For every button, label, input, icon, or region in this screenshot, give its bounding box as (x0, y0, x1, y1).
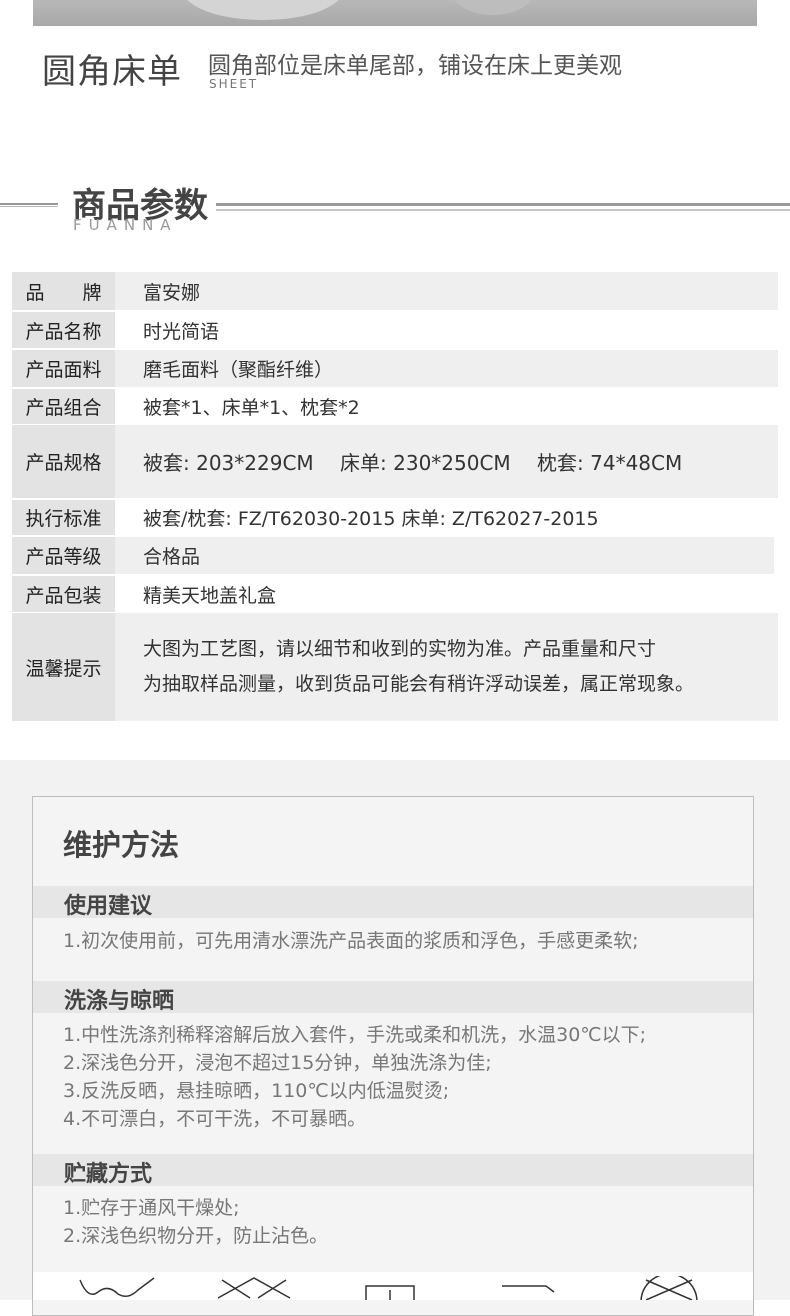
product-photo-crop (33, 0, 757, 26)
no-dry-clean-icon (640, 1276, 698, 1300)
param-row-grade: 产品等级 合格品 (12, 537, 778, 574)
storage-line: 2.深浅色织物分开，防止沾色。 (63, 1225, 329, 1247)
storage-heading: 贮藏方式 (64, 1162, 153, 1187)
param-label: 产品面料 (12, 350, 115, 387)
param-label: 产品等级 (12, 537, 115, 574)
no-bleach-icon (217, 1277, 291, 1299)
param-row-brand: 品 牌 富安娜 (12, 272, 778, 310)
param-label: 温馨提示 (12, 613, 115, 721)
hand-wash-icon (79, 1277, 155, 1297)
washing-line: 2.深浅色分开，浸泡不超过15分钟，单独洗涤为佳; (63, 1052, 492, 1074)
line-dry-icon (502, 1285, 555, 1293)
param-label: 产品包装 (12, 576, 115, 612)
storage-heading-bar: 贮藏方式 (33, 1154, 753, 1187)
tumble-dry-icon (365, 1285, 415, 1300)
param-label: 执行标准 (12, 500, 115, 535)
storage-line: 1.贮存于通风干燥处; (63, 1197, 240, 1219)
notice-line-1: 大图为工艺图，请以细节和收到的实物为准。产品重量和尺寸 (143, 638, 657, 660)
section-divider-right (216, 203, 790, 211)
usage-line: 1.初次使用前，可先用清水漂洗产品表面的浆质和浮色，手感更柔软; (63, 930, 639, 952)
washing-line: 4.不可漂白，不可干洗，不可暴晒。 (63, 1108, 367, 1130)
param-row-fabric: 产品面料 磨毛面料（聚酯纤维） (12, 350, 778, 387)
param-label: 产品规格 (12, 425, 115, 498)
param-row-set: 产品组合 被套*1、床单*1、枕套*2 (12, 389, 778, 424)
param-value: 磨毛面料（聚酯纤维） (115, 350, 778, 387)
param-value: 精美天地盖礼盒 (143, 584, 277, 607)
washing-heading: 洗涤与晾晒 (64, 989, 175, 1014)
param-row-standard: 执行标准 被套/枕套: FZ/T62030-2015 床单: Z/T62027-… (12, 500, 778, 535)
corner-sheet-subtitle: SHEET (209, 77, 259, 91)
washing-line: 3.反洗反晒，悬挂晾晒，110℃以内低温熨烫; (63, 1080, 450, 1102)
care-title: 维护方法 (63, 828, 180, 862)
param-row-notice: 温馨提示 大图为工艺图，请以细节和收到的实物为准。产品重量和尺寸 为抽取样品测量… (12, 613, 778, 721)
param-row-size: 产品规格 被套: 203*229CM 床单: 230*250CM 枕套: 74*… (12, 425, 778, 498)
param-label: 品 牌 (12, 272, 115, 310)
fabric-fold-shadow (453, 0, 533, 15)
param-value-multiline: 大图为工艺图，请以细节和收到的实物为准。产品重量和尺寸 为抽取样品测量，收到货品… (115, 613, 778, 721)
corner-sheet-title: 圆角床单 (42, 52, 182, 92)
param-label: 产品组合 (12, 389, 115, 424)
notice-line-2: 为抽取样品测量，收到货品可能会有稍许浮动误差，属正常现象。 (143, 673, 695, 695)
washing-heading-bar: 洗涤与晾晒 (33, 981, 753, 1014)
usage-heading-bar: 使用建议 (33, 886, 753, 919)
section-divider-left (0, 203, 58, 207)
param-label: 产品名称 (12, 312, 115, 348)
washing-line: 1.中性洗涤剂稀释溶解后放入套件，手洗或柔和机洗，水温30℃以下; (63, 1024, 647, 1046)
param-row-package: 产品包装 精美天地盖礼盒 (12, 576, 778, 612)
param-value: 被套: 203*229CM 床单: 230*250CM 枕套: 74*48CM (115, 425, 778, 498)
params-section-subtitle: FUANNA (73, 216, 178, 234)
param-row-name: 产品名称 时光简语 (12, 312, 778, 348)
corner-sheet-description: 圆角部位是床单尾部，铺设在床上更美观 (208, 53, 622, 79)
fabric-fold-highlight (183, 0, 343, 20)
param-value: 被套*1、床单*1、枕套*2 (143, 397, 360, 419)
param-value: 时光简语 (143, 320, 220, 343)
param-value: 合格品 (115, 537, 774, 574)
param-value: 富安娜 (115, 272, 778, 310)
param-value: 被套/枕套: FZ/T62030-2015 床单: Z/T62027-2015 (143, 508, 599, 530)
usage-heading: 使用建议 (64, 894, 153, 919)
